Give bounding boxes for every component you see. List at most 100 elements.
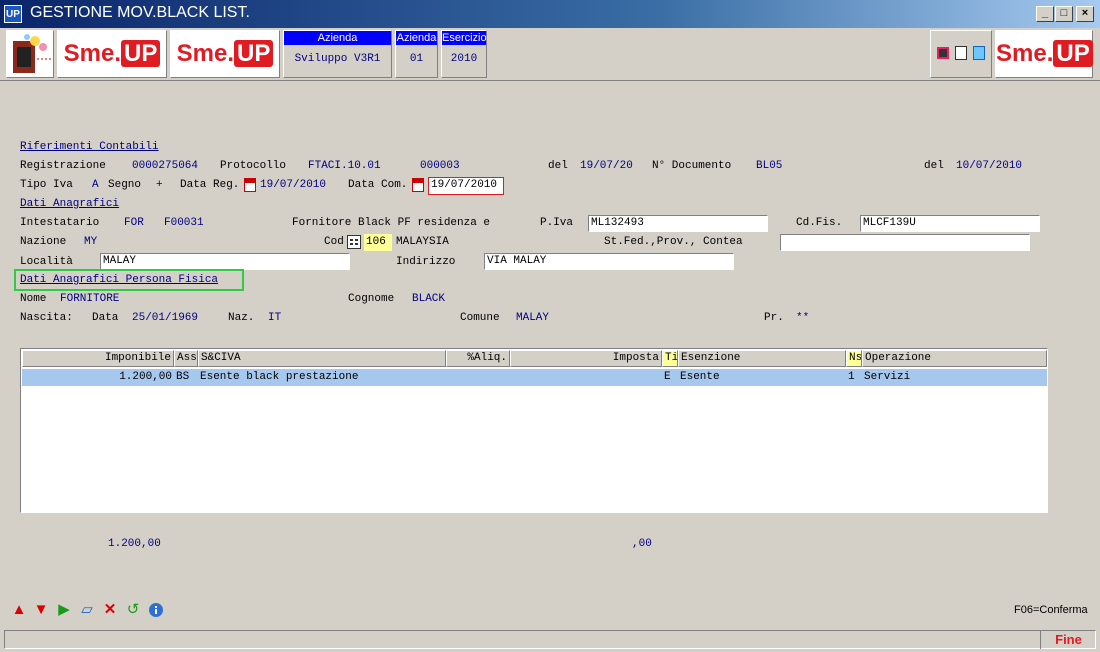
maximize-button[interactable]: □ [1055,6,1073,22]
col-ti[interactable]: Ti [662,350,678,367]
stfed-input[interactable] [780,234,1030,251]
col-operazione[interactable]: Operazione [862,350,1047,367]
logo-up: UP [1053,40,1093,67]
registrazione-label: Registrazione [20,160,106,172]
esercizio-value: 2010 [450,53,478,65]
close-button[interactable]: × [1076,6,1094,22]
smeup-logo-2[interactable]: Sme. UP [170,30,280,78]
logo-up: UP [121,40,161,67]
minimize-button[interactable]: _ [1036,6,1054,22]
section-dati-anagrafici[interactable]: Dati Anagrafici [20,198,119,210]
piva-input[interactable]: ML132493 [588,215,768,232]
del-doc-value: 10/07/2010 [956,160,1023,172]
eraser-icon[interactable]: ▱ [79,602,95,618]
col-imposta[interactable]: Imposta [510,350,662,367]
stfed-label: St.Fed.,Prov., Contea [604,236,743,248]
status-bar [4,630,1096,649]
arrow-up-icon[interactable]: ▲ [11,602,27,618]
play-icon[interactable]: ▶ [56,602,72,618]
col-ns[interactable]: Ns [846,350,862,367]
col-ass[interactable]: Ass [174,350,198,367]
cancel-icon[interactable]: ✕ [102,602,118,618]
protocollo-label: Protocollo [220,160,287,172]
intestatario-descr: Fornitore Black PF residenza e [292,217,491,229]
comune-value: MALAY [516,312,550,324]
col-esenzione[interactable]: Esenzione [678,350,846,367]
section-persona-fisica[interactable]: Dati Anagrafici Persona Fisica [20,274,218,286]
smeup-logo-3[interactable]: Sme. UP [995,30,1093,78]
localita-input[interactable]: MALAY [100,253,350,270]
nazione-value: MY [84,236,98,248]
pr-value: ** [796,312,810,324]
nascita-label: Nascita: [20,312,73,324]
ndoc-value: BL05 [756,160,783,172]
total-imposta: ,00 [632,538,652,550]
del-label: del [548,160,568,172]
intestatario-label: Intestatario [20,217,100,229]
naz-label: Naz. [228,312,255,324]
app-icon[interactable]: UP [4,5,22,23]
function-key-hint: F06=Conferma [1014,604,1088,616]
segno-value: + [156,179,163,191]
pr-label: Pr. [764,312,784,324]
calendar-icon[interactable] [244,178,256,192]
section-riferimenti[interactable]: Riferimenti Contabili [20,141,159,153]
info-icon[interactable] [148,602,164,618]
window-title: GESTIONE MOV.BLACK LIST. [30,4,250,21]
cognome-value: BLACK [412,293,446,305]
cod-input[interactable]: 106 [364,234,392,251]
azienda-code-header: Azienda [396,31,437,45]
tipoiva-value: A [92,179,99,191]
datacom-label: Data Com. [348,179,408,191]
datareg-value: 19/07/2010 [260,179,327,191]
cod-label: Cod [324,236,344,248]
cell-ti: E [664,371,671,383]
del-doc-label: del [924,160,944,172]
col-aliq[interactable]: %Aliq. [446,350,510,367]
arrow-down-icon[interactable]: ▼ [33,602,49,618]
toolbar-divider [0,80,1100,81]
cell-imponibile: 1.200,00 [119,371,172,383]
esercizio-header: Esercizio [442,31,487,45]
tipoiva-label: Tipo Iva [20,179,73,191]
indirizzo-input[interactable]: VIA MALAY [484,253,734,270]
indirizzo-label: Indirizzo [396,256,456,268]
help-book-icon[interactable] [973,46,985,60]
piva-label: P.Iva [540,217,574,229]
esercizio-box: Esercizio 2010 [441,30,487,78]
protocollo-number: 000003 [420,160,460,172]
status-text: Fine [1040,631,1096,649]
col-imponibile[interactable]: Imponibile [22,350,174,367]
cell-ns: 1 [848,371,855,383]
user-icon[interactable] [6,30,54,78]
naz-value: IT [268,312,282,324]
cell-operazione: Servizi [864,371,911,383]
document-icon[interactable] [955,46,967,60]
col-sciva[interactable]: S&CIVA [198,350,446,367]
cell-sciva: Esente black prestazione [200,371,359,383]
nazione-label: Nazione [20,236,67,248]
azienda-header: Azienda [284,31,391,45]
cdfis-input[interactable]: MLCF139U [860,215,1040,232]
cdfis-label: Cd.Fis. [796,217,843,229]
smeup-logo-1[interactable]: Sme. UP [57,30,167,78]
cell-aliq [446,369,510,386]
intestatario-code: F00031 [164,217,204,229]
cell-esenzione: Esente [680,371,720,383]
logo-text: Sme. [176,40,235,67]
ndoc-label: N° Documento [652,160,732,172]
refresh-icon[interactable]: ↺ [125,602,141,618]
intestatario-type: FOR [124,217,144,229]
calculator-icon[interactable] [347,235,361,249]
azienda-code-value: 01 [409,53,424,65]
iva-grid[interactable]: Imponibile Ass S&CIVA %Aliq. Imposta Ti … [20,348,1048,513]
calendar-icon[interactable] [412,178,424,192]
datacom-input[interactable]: 19/07/2010 [428,177,504,195]
localita-label: Località [20,256,73,268]
logo-up: UP [234,40,274,67]
data-label: Data [92,312,119,324]
registrazione-value: 0000275064 [132,160,199,172]
monitor-icon[interactable] [937,47,949,59]
tools-box [930,30,992,78]
azienda-code-box: Azienda 01 [395,30,438,78]
